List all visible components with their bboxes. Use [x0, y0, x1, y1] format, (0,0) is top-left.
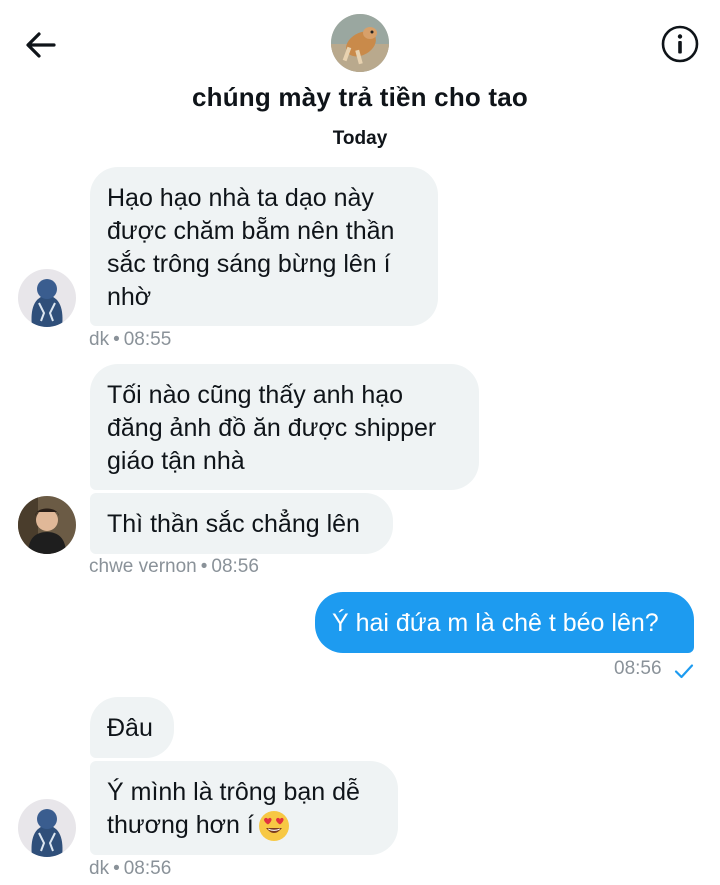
day-separator: Today	[332, 128, 388, 149]
conversation-title: chúng mày trả tiền cho tao	[191, 82, 529, 112]
read-check-icon	[674, 664, 694, 679]
info-icon	[661, 25, 699, 63]
message-bubble-incoming[interactable]: Tối nào cũng thấy anh hạo đăng ảnh đồ ăn…	[90, 364, 479, 490]
avatar-chwe-vernon[interactable]	[18, 496, 76, 554]
message-text: Hạo hạo nhà ta dạo này được chăm bẵm nên…	[107, 184, 395, 311]
message-text: Đâu	[107, 714, 153, 742]
message-time: 08:56	[123, 858, 172, 879]
avatar-dk[interactable]	[18, 799, 76, 857]
message-text: Ý hai đứa m là chê t béo lên?	[332, 609, 659, 637]
sender-name: dk	[89, 329, 110, 350]
message-bubble-incoming[interactable]: Ý mình là trông bạn dễ thương hơn í	[90, 761, 398, 855]
message-time: 08:56	[614, 658, 662, 679]
user-avatar-icon	[18, 269, 76, 327]
message-time: 08:55	[123, 329, 172, 350]
dog-photo-icon	[331, 14, 389, 72]
group-avatar[interactable]	[331, 14, 389, 72]
heart-eyes-emoji-icon	[258, 811, 289, 842]
message-bubble-incoming[interactable]: Thì thần sắc chẳng lên	[90, 493, 393, 554]
sender-name: dk	[89, 858, 110, 879]
message-bubble-incoming[interactable]: Hạo hạo nhà ta dạo này được chăm bẵm nên…	[90, 167, 438, 326]
user-avatar-icon	[18, 496, 76, 554]
message-meta: chwe vernon • 08:56	[89, 556, 259, 578]
meta-separator: •	[113, 329, 120, 350]
meta-separator: •	[200, 556, 208, 577]
message-text: Ý mình là trông bạn dễ thương hơn í	[107, 778, 360, 839]
message-text: Tối nào cũng thấy anh hạo đăng ảnh đồ ăn…	[107, 381, 437, 475]
message-bubble-outgoing[interactable]: Ý hai đứa m là chê t béo lên?	[315, 592, 694, 653]
message-text: Thì thần sắc chẳng lên	[107, 510, 360, 538]
arrow-left-icon	[26, 32, 56, 58]
message-meta: dk • 08:56	[89, 858, 171, 880]
info-button[interactable]	[660, 24, 700, 64]
message-bubble-incoming[interactable]: Đâu	[90, 697, 174, 758]
avatar-dk[interactable]	[18, 269, 76, 327]
message-meta: dk • 08:55	[89, 329, 171, 351]
meta-separator: •	[113, 858, 120, 879]
sender-name: chwe vernon	[89, 556, 197, 577]
back-button[interactable]	[22, 26, 60, 64]
message-meta: 08:56	[614, 658, 662, 680]
user-avatar-icon	[18, 799, 76, 857]
message-time: 08:56	[211, 556, 259, 577]
